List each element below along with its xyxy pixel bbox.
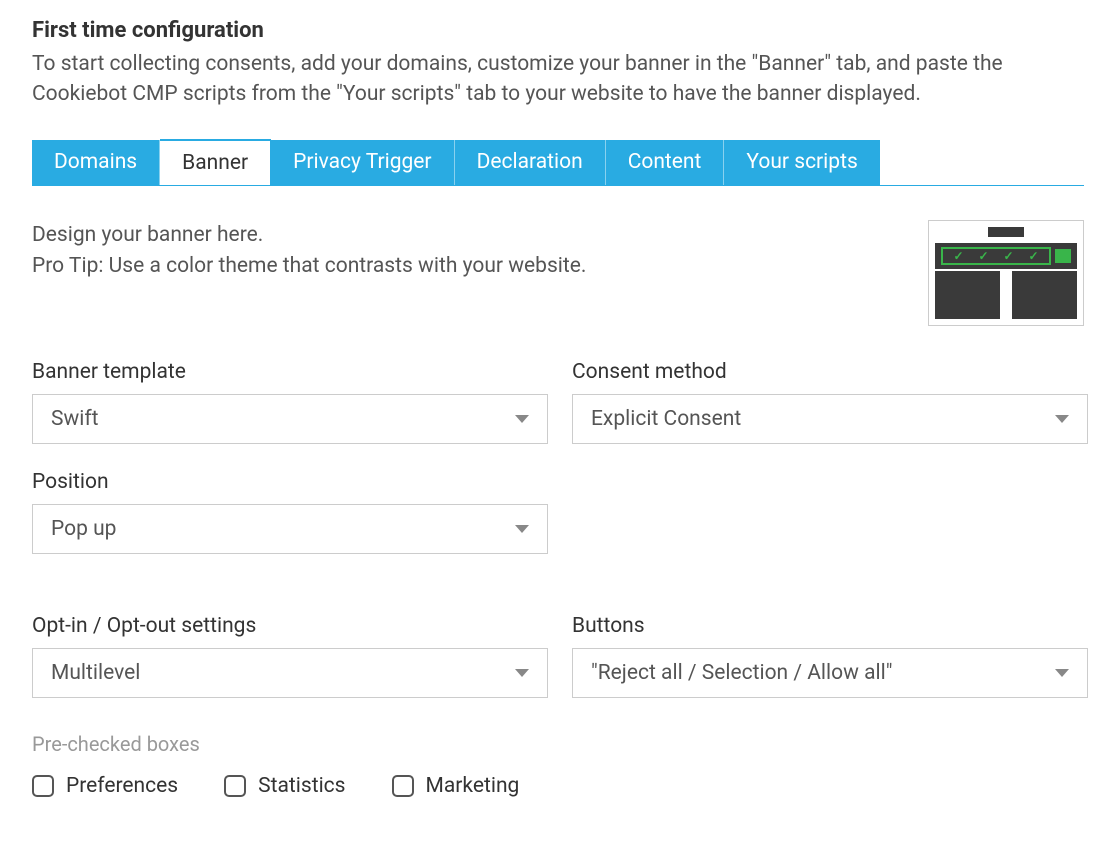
optin-optout-select[interactable]: Multilevel: [32, 648, 548, 698]
panel-line2: Pro Tip: Use a color theme that contrast…: [32, 251, 586, 283]
banner-template-label: Banner template: [32, 360, 548, 384]
checkbox-icon: [224, 775, 246, 797]
banner-template-value: Swift: [51, 407, 99, 431]
position-value: Pop up: [51, 517, 116, 541]
tab-privacy-trigger[interactable]: Privacy Trigger: [271, 140, 454, 185]
checkbox-statistics[interactable]: Statistics: [224, 774, 345, 798]
buttons-value: "Reject all / Selection / Allow all": [591, 661, 892, 685]
buttons-select[interactable]: "Reject all / Selection / Allow all": [572, 648, 1088, 698]
optin-optout-label: Opt-in / Opt-out settings: [32, 614, 548, 638]
tabs: Domains Banner Privacy Trigger Declarati…: [32, 140, 880, 185]
consent-method-select[interactable]: Explicit Consent: [572, 394, 1088, 444]
checkbox-icon: [32, 775, 54, 797]
page-title: First time configuration: [32, 18, 1084, 43]
optin-optout-value: Multilevel: [51, 661, 140, 685]
chevron-down-icon: [1055, 669, 1069, 677]
check-icon: ✓: [1003, 249, 1013, 263]
checkbox-preferences[interactable]: Preferences: [32, 774, 178, 798]
chevron-down-icon: [515, 669, 529, 677]
chevron-down-icon: [1055, 415, 1069, 423]
checkbox-marketing-label: Marketing: [426, 774, 520, 798]
consent-method-value: Explicit Consent: [591, 407, 741, 431]
checkbox-icon: [392, 775, 414, 797]
checkbox-preferences-label: Preferences: [66, 774, 178, 798]
position-label: Position: [32, 470, 548, 494]
tab-content[interactable]: Content: [606, 140, 725, 185]
check-icon: ✓: [953, 249, 963, 263]
pre-checked-label: Pre-checked boxes: [32, 732, 1084, 756]
banner-template-select[interactable]: Swift: [32, 394, 548, 444]
checkbox-statistics-label: Statistics: [258, 774, 345, 798]
chevron-down-icon: [515, 415, 529, 423]
consent-method-label: Consent method: [572, 360, 1088, 384]
panel-description: Design your banner here. Pro Tip: Use a …: [32, 220, 586, 283]
panel-line1: Design your banner here.: [32, 220, 586, 252]
page-intro: To start collecting consents, add your d…: [32, 49, 1072, 110]
check-icon: ✓: [1028, 249, 1038, 263]
position-select[interactable]: Pop up: [32, 504, 548, 554]
tabs-container: Domains Banner Privacy Trigger Declarati…: [32, 140, 1084, 186]
tab-domains[interactable]: Domains: [32, 140, 160, 185]
checkbox-marketing[interactable]: Marketing: [392, 774, 520, 798]
chevron-down-icon: [515, 525, 529, 533]
banner-preview-thumbnail: ✓ ✓ ✓ ✓: [928, 220, 1084, 326]
tab-declaration[interactable]: Declaration: [455, 140, 606, 185]
buttons-label: Buttons: [572, 614, 1088, 638]
tab-your-scripts[interactable]: Your scripts: [724, 140, 879, 185]
check-icon: ✓: [978, 249, 988, 263]
tab-banner[interactable]: Banner: [160, 139, 271, 185]
